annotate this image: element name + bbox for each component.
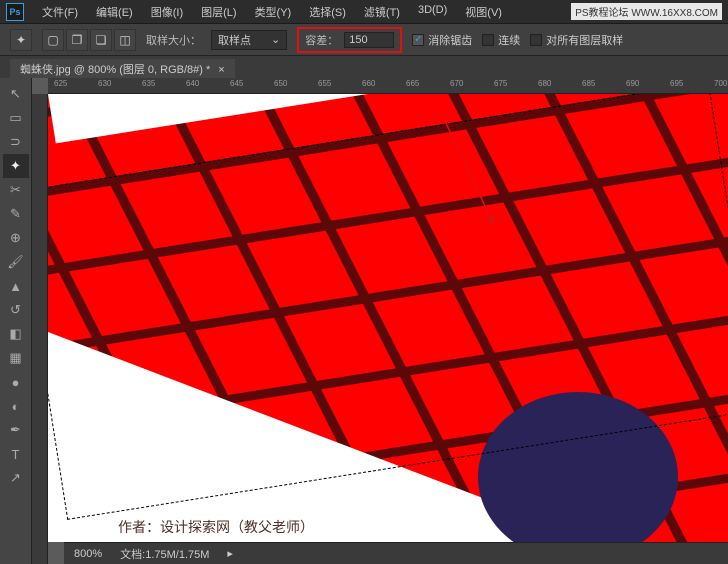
magic-wand-tool-icon[interactable]: ✦ <box>10 29 32 51</box>
menu-view[interactable]: 视图(V) <box>457 2 510 22</box>
menu-layer[interactable]: 图层(L) <box>193 2 244 22</box>
menu-image[interactable]: 图像(I) <box>143 2 191 22</box>
eyedropper-tool-icon[interactable]: ✎ <box>3 202 29 226</box>
menu-3d[interactable]: 3D(D) <box>410 2 455 22</box>
pen-tool-icon[interactable]: ✒ <box>3 418 29 442</box>
tolerance-input[interactable] <box>344 32 394 48</box>
doc-size: 文档:1.75M/1.75M <box>120 546 209 562</box>
heal-tool-icon[interactable]: ⊕ <box>3 226 29 250</box>
zoom-value[interactable]: 800% <box>74 548 102 560</box>
marquee-tool-icon[interactable]: ▭ <box>3 106 29 130</box>
annotation-arrow <box>434 119 514 239</box>
brush-tool-icon[interactable]: 🖌 <box>3 250 29 274</box>
stamp-tool-icon[interactable]: ▲ <box>3 274 29 298</box>
sample-size-label: 取样大小： <box>146 32 201 48</box>
toolbar: ↖ ▭ ⊃ ✦ ✂ ✎ ⊕ 🖌 ▲ ↺ ◧ ▦ ● ◐ ✒ T ↗ <box>0 78 32 564</box>
all-layers-checkbox[interactable]: 对所有图层取样 <box>530 32 623 48</box>
menu-select[interactable]: 选择(S) <box>301 2 354 22</box>
gradient-tool-icon[interactable]: ▦ <box>3 346 29 370</box>
crop-tool-icon[interactable]: ✂ <box>3 178 29 202</box>
canvas[interactable]: 作者：设计探索网（教父老师） <box>48 94 728 542</box>
document-tab[interactable]: 蜘蛛侠.jpg @ 800% (图层 0, RGB/8#) *× <box>10 59 235 79</box>
tolerance-highlight: 容差： <box>297 27 402 53</box>
sample-size-dropdown[interactable]: 取样点⌄ <box>211 30 287 50</box>
dodge-tool-icon[interactable]: ◐ <box>3 394 29 418</box>
menu-type[interactable]: 类型(Y) <box>247 2 300 22</box>
selection-subtract-icon[interactable]: ❏ <box>90 29 112 51</box>
options-bar: ✦ ▢ ❐ ❏ ◫ 取样大小： 取样点⌄ 容差： 消除锯齿 连续 对所有图层取样 <box>0 24 728 56</box>
horizontal-ruler: 6256306356406456506556606656706756806856… <box>48 78 728 94</box>
chevron-down-icon: ⌄ <box>271 33 280 46</box>
selection-new-icon[interactable]: ▢ <box>42 29 64 51</box>
main-menu: 文件(F) 编辑(E) 图像(I) 图层(L) 类型(Y) 选择(S) 滤镜(T… <box>34 2 510 22</box>
selection-intersect-icon[interactable]: ◫ <box>114 29 136 51</box>
blur-tool-icon[interactable]: ● <box>3 370 29 394</box>
tolerance-label: 容差： <box>305 32 338 48</box>
selection-add-icon[interactable]: ❐ <box>66 29 88 51</box>
magic-wand-tool-icon[interactable]: ✦ <box>3 154 29 178</box>
vertical-ruler <box>32 94 48 564</box>
menu-file[interactable]: 文件(F) <box>34 2 86 22</box>
menu-edit[interactable]: 编辑(E) <box>88 2 141 22</box>
status-bar: 800% 文档:1.75M/1.75M▸ <box>64 542 728 564</box>
watermark-label: PS教程论坛 WWW.16XX8.COM <box>571 3 722 20</box>
path-tool-icon[interactable]: ↗ <box>3 466 29 490</box>
author-caption: 作者：设计探索网（教父老师） <box>118 517 314 537</box>
menu-filter[interactable]: 滤镜(T) <box>356 2 408 22</box>
app-logo: Ps <box>6 3 24 21</box>
eraser-tool-icon[interactable]: ◧ <box>3 322 29 346</box>
history-brush-icon[interactable]: ↺ <box>3 298 29 322</box>
move-tool-icon[interactable]: ↖ <box>3 82 29 106</box>
lasso-tool-icon[interactable]: ⊃ <box>3 130 29 154</box>
type-tool-icon[interactable]: T <box>3 442 29 466</box>
close-icon[interactable]: × <box>218 64 224 76</box>
contiguous-checkbox[interactable]: 连续 <box>482 32 520 48</box>
antialias-checkbox[interactable]: 消除锯齿 <box>412 32 472 48</box>
